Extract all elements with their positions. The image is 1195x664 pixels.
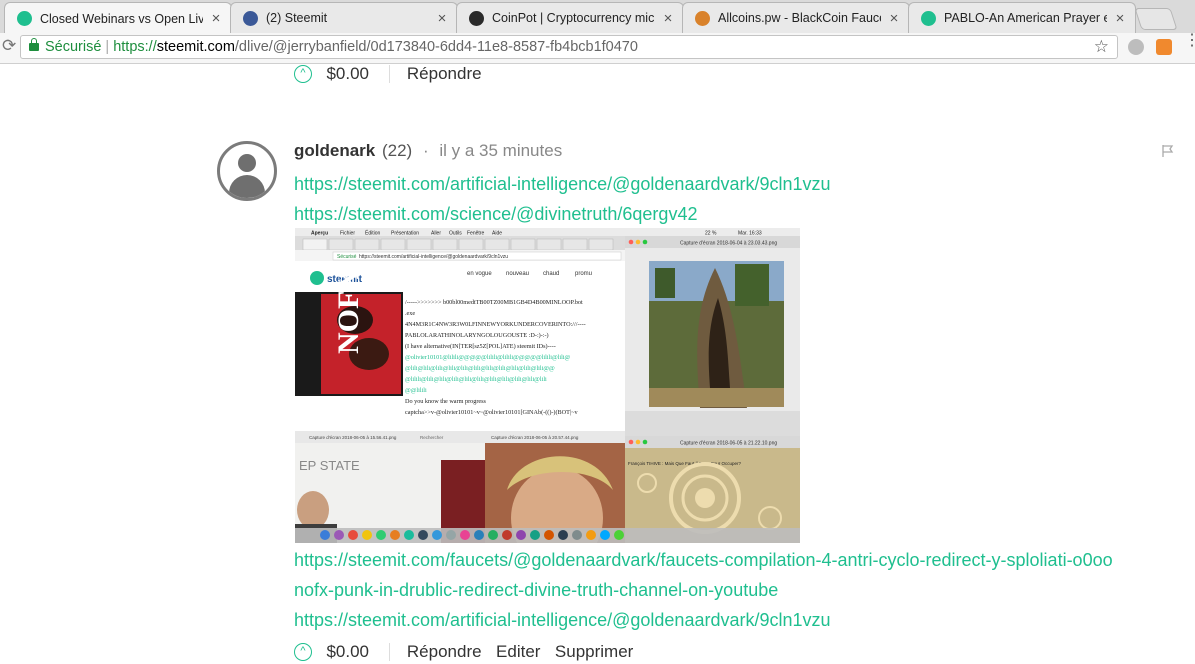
url-path: /dlive/@jerrybanfield/0d173840-6dd4-11e8…	[234, 39, 638, 55]
comment-link[interactable]: https://steemit.com/faucets/@goldenaardv…	[294, 550, 1113, 571]
whiteboard-text: EP STATE	[299, 458, 360, 473]
url-host: steemit.com	[156, 39, 235, 55]
upvote-icon[interactable]: ^	[294, 65, 312, 83]
previous-comment-footer: ^ $0.00 Répondre	[294, 64, 492, 84]
new-tab-button[interactable]	[1134, 8, 1178, 30]
mac-menu-item: Aide	[492, 231, 502, 237]
author-name[interactable]: goldenark	[294, 141, 375, 160]
tab-title: (2) Steemit	[266, 11, 328, 25]
payout-amount[interactable]: $0.00	[326, 64, 369, 83]
capture-caption: François TIHIVE : Mais Que Faut-il Donc …	[628, 461, 741, 466]
close-icon[interactable]: ×	[1113, 10, 1127, 27]
author-reputation: (22)	[381, 141, 413, 160]
tab-pablo[interactable]: PABLO-An American Prayer ex ×	[908, 2, 1136, 33]
inner-url: https://steemit.com/artificial-intellige…	[359, 254, 508, 260]
divider	[389, 643, 391, 661]
mac-menu-item: Aller	[431, 231, 441, 237]
comment-link[interactable]: https://steemit.com/science/@divinetruth…	[294, 204, 697, 225]
bookmark-star-icon[interactable]: ☆	[1094, 36, 1109, 58]
inner-text-line: /----->>>>>>> b00bl00medtTB00TZ00MB1GB4D…	[405, 299, 583, 306]
inner-text-line: 4N4M3R1C4NW3R3W0LFINNEWYORKUNDERCOVERINT…	[405, 321, 586, 328]
allcoins-icon	[695, 10, 710, 26]
capture-title: Capture d'écran 2018-06-05 à 20.57.44.pn…	[491, 435, 579, 440]
inner-text-line: captcha>>v-@olivier10101~v~@olivier10101…	[405, 409, 579, 416]
divider	[389, 65, 391, 83]
reply-link[interactable]: Répondre	[407, 642, 482, 661]
mac-menu-item: Outils	[449, 231, 462, 237]
tab-coinpot[interactable]: CoinPot | Cryptocurrency micr ×	[456, 2, 684, 33]
inner-nav: nouveau	[506, 271, 529, 277]
comment-link[interactable]: nofx-punk-in-drublic-redirect-divine-tru…	[294, 580, 778, 601]
inner-text-line: (I have alternative(IN[TER[sz5Z[POL]ATE)…	[405, 343, 556, 350]
inner-text-line: @lili@lili@lili@lili@lili@lili@lili@lili…	[405, 365, 555, 372]
capture-search: Rechercher	[420, 435, 444, 440]
close-icon[interactable]: ×	[661, 10, 675, 27]
inner-nav: promu	[575, 271, 592, 277]
mac-menu-item: Aperçu	[311, 231, 328, 237]
flag-icon[interactable]	[1161, 144, 1175, 158]
reply-link[interactable]: Répondre	[407, 64, 482, 83]
inner-nav: chaud	[543, 271, 559, 277]
user-body-shape	[229, 175, 265, 198]
close-icon[interactable]: ×	[887, 10, 901, 27]
tab-title: CoinPot | Cryptocurrency micr	[492, 11, 655, 25]
reload-icon[interactable]: ⟳	[2, 36, 16, 56]
capture-title: Capture d'écran 2018-06-05 à 15.56.41.pn…	[309, 435, 397, 440]
tab-steemit[interactable]: (2) Steemit ×	[230, 2, 458, 33]
inner-text-line: PABLOLARATHINOLARYNGOLOUGOUSTE :D-:)-:-)	[405, 332, 549, 339]
address-separator: |	[105, 39, 110, 55]
mac-menu-item: Présentation	[391, 231, 419, 237]
screenshot-illustration: Aperçu Fichier Édition Présentation Alle…	[295, 228, 800, 543]
mac-battery: 22 %	[705, 231, 717, 237]
steemit-icon	[17, 11, 32, 26]
page-content: ^ $0.00 Répondre goldenark (22) · il y a…	[0, 64, 1195, 664]
tab-allcoins[interactable]: Allcoins.pw - BlackCoin Fauce ×	[682, 2, 910, 33]
inner-text-line: .exe	[405, 310, 415, 317]
mac-menu-item: Fenêtre	[467, 231, 484, 237]
browser-toolbar: ⟳ Sécurisé | https://steemit.com/dlive/@je…	[0, 33, 1195, 64]
close-icon[interactable]: ×	[209, 10, 223, 27]
tab-closed-webinars[interactable]: Closed Webinars vs Open Live ×	[4, 2, 232, 33]
meta-separator: ·	[422, 141, 429, 160]
upvote-icon[interactable]: ^	[294, 643, 312, 661]
comment-link[interactable]: https://steemit.com/artificial-intellige…	[294, 610, 831, 631]
inner-text-line: Do you know the warm progress	[405, 398, 487, 405]
edit-link[interactable]: Editer	[496, 642, 540, 661]
inner-secure-label: Sécurisé	[337, 254, 357, 260]
inner-text-line: @lilili@lili@lili@lili@lili@lili@lili@li…	[405, 376, 547, 383]
coinpot-icon	[469, 10, 484, 26]
user-head-shape	[238, 154, 256, 172]
skype-icon[interactable]	[1128, 39, 1144, 55]
metamask-icon[interactable]	[1156, 39, 1172, 55]
tab-title: Closed Webinars vs Open Live	[40, 11, 203, 26]
mac-menu-item: Édition	[365, 230, 381, 237]
menu-icon[interactable]: ⋮	[1184, 33, 1195, 49]
comment-footer: ^ $0.00 Répondre Editer Supprimer	[294, 642, 643, 662]
inner-text-line: @@lilili	[405, 387, 427, 394]
avatar[interactable]	[217, 141, 277, 201]
close-icon[interactable]: ×	[435, 10, 449, 27]
capture-title: Capture d'écran 2018-06-05 à 21.22.10.pn…	[680, 441, 777, 447]
mac-clock: Mar. 16:33	[738, 231, 762, 237]
url-scheme: https://	[113, 39, 157, 55]
comment-time[interactable]: il y a 35 minutes	[439, 141, 562, 160]
inner-text-line: @olivier10101@lilili@@@@@lilili@lilili@@…	[405, 354, 571, 361]
mac-menu-item: Fichier	[340, 231, 355, 237]
tab-title: Allcoins.pw - BlackCoin Fauce	[718, 11, 881, 25]
capture-title: Capture d'écran 2018-06-04 à 23.03.43.pn…	[680, 241, 777, 247]
steemit-icon	[921, 10, 936, 26]
delete-link[interactable]: Supprimer	[555, 642, 633, 661]
address-bar[interactable]: Sécurisé | https://steemit.com/dlive/@jerr…	[20, 35, 1118, 59]
payout-amount[interactable]: $0.00	[326, 642, 369, 661]
lock-icon	[29, 38, 39, 51]
secure-label: Sécurisé	[45, 39, 102, 55]
inner-nav: en vogue	[467, 271, 492, 277]
comment-link[interactable]: https://steemit.com/artificial-intellige…	[294, 174, 831, 195]
tab-strip: Closed Webinars vs Open Live × (2) Steem…	[0, 0, 1195, 34]
comment-author-line: goldenark (22) · il y a 35 minutes	[294, 141, 562, 161]
album-title: NOFX	[332, 269, 365, 354]
embedded-screenshot[interactable]: Aperçu Fichier Édition Présentation Alle…	[295, 228, 800, 543]
tab-title: PABLO-An American Prayer ex	[944, 11, 1107, 25]
facebook-icon	[243, 10, 258, 26]
